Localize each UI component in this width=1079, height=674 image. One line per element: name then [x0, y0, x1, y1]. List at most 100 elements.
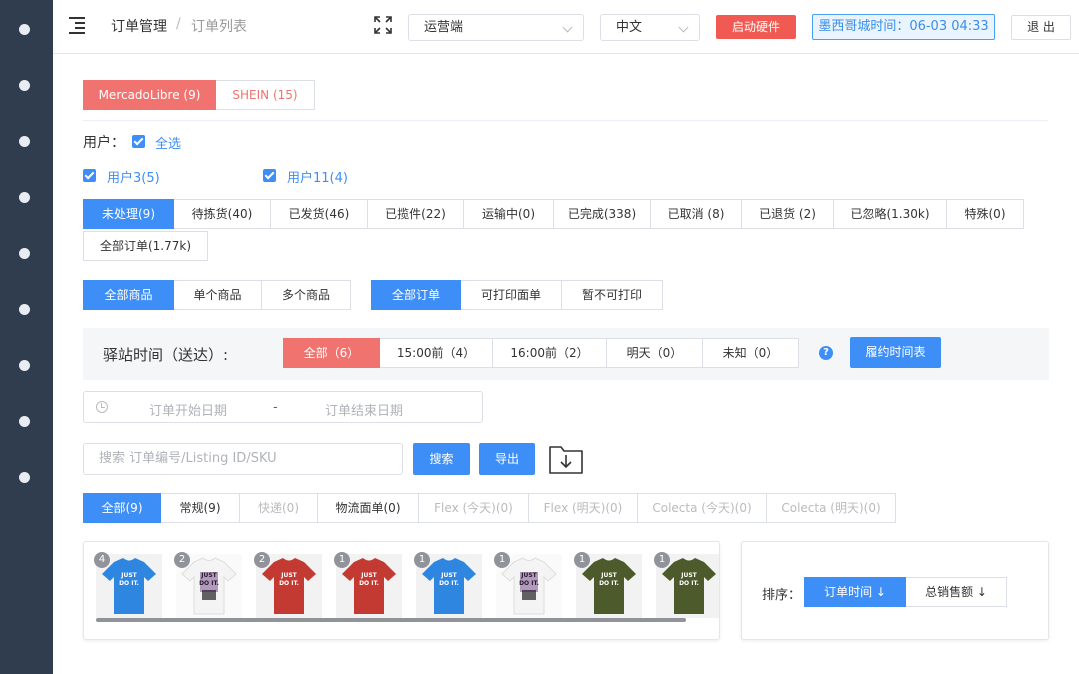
user11-label[interactable]: 用户11(4): [287, 167, 348, 186]
end-date-input[interactable]: 订单结束日期: [325, 400, 403, 419]
start-date-input[interactable]: 订单开始日期: [149, 400, 227, 419]
logout-button[interactable]: 退 出: [1011, 15, 1071, 40]
tshirt-print-text: JUST DO IT.: [599, 572, 619, 587]
product-thumbnail[interactable]: 1 JUST DO IT.: [574, 552, 642, 618]
tab-ignored[interactable]: 已忽略(1.30k): [834, 199, 947, 229]
fulfillment-schedule-button[interactable]: 履约时间表: [850, 337, 941, 368]
tab-ship-flex-today[interactable]: Flex (今天)(0): [419, 493, 529, 523]
tab-unprocessed[interactable]: 未处理(9): [83, 199, 174, 229]
select-all-label[interactable]: 全选: [155, 133, 181, 152]
tab-pickup-before-15[interactable]: 15:00前（4）: [380, 338, 493, 368]
mexico-city-time: 墨西哥城时间：06-03 04:33: [812, 14, 995, 40]
sidebar-item-8[interactable]: [19, 416, 30, 427]
status-tabs-row2: 全部订单(1.77k): [83, 231, 208, 261]
tab-cancelled[interactable]: 已取消 (8): [651, 199, 742, 229]
quantity-badge: 1: [494, 552, 510, 568]
tab-shein[interactable]: SHEIN (15): [216, 80, 315, 110]
clock-icon: [96, 401, 108, 413]
tab-returned[interactable]: 已退货 (2): [742, 199, 834, 229]
sort-by-total-sales[interactable]: 总销售额 ↓: [906, 577, 1007, 607]
store-tabs: MercadoLibre (9) SHEIN (15): [83, 80, 315, 110]
sidebar-item-5[interactable]: [19, 248, 30, 259]
tshirt-print-text: JUST DO IT.: [359, 572, 379, 587]
sidebar-item-2[interactable]: [19, 80, 30, 91]
product-tabs: 全部商品 单个商品 多个商品: [83, 280, 351, 310]
export-button[interactable]: 导出: [479, 443, 535, 475]
select-all-checkbox[interactable]: [132, 135, 145, 148]
platform-select[interactable]: 运营端: [408, 14, 584, 41]
sort-options: 订单时间 ↓ 总销售额 ↓: [804, 577, 1007, 607]
sort-by-order-time[interactable]: 订单时间 ↓: [804, 577, 906, 607]
language-select[interactable]: 中文: [600, 14, 700, 41]
download-folder-icon[interactable]: [548, 443, 584, 475]
tab-print-all[interactable]: 全部订单: [371, 280, 461, 310]
tab-ship-express[interactable]: 快递(0): [240, 493, 318, 523]
tab-special[interactable]: 特殊(0): [947, 199, 1024, 229]
tab-pickup-tomorrow[interactable]: 明天（0）: [607, 338, 703, 368]
tab-picked-up[interactable]: 已揽件(22): [368, 199, 464, 229]
tab-pickup-unknown[interactable]: 未知（0）: [703, 338, 799, 368]
tab-completed[interactable]: 已完成(338): [554, 199, 651, 229]
tab-pickup-before-16[interactable]: 16:00前（2）: [493, 338, 607, 368]
tab-ship-regular[interactable]: 常规(9): [161, 493, 240, 523]
print-tabs: 全部订单 可打印面单 暂不可打印: [371, 280, 663, 310]
product-thumbnail[interactable]: 1 JUST DO IT.: [654, 552, 719, 618]
product-thumbnail[interactable]: 4 JUST DO IT.: [94, 552, 162, 618]
quantity-badge: 1: [414, 552, 430, 568]
help-icon[interactable]: ?: [819, 346, 833, 360]
user11-checkbox[interactable]: [263, 169, 276, 182]
sidebar-item-9[interactable]: [19, 472, 30, 483]
date-separator: -: [273, 400, 278, 415]
product-thumbnail[interactable]: 2 JUST DO IT.: [254, 552, 322, 618]
sidebar-item-6[interactable]: [19, 304, 30, 315]
search-input[interactable]: 搜索 订单编号/Listing ID/SKU: [83, 443, 403, 475]
chevron-down-icon: [562, 22, 573, 33]
menu-toggle-icon[interactable]: [69, 17, 87, 34]
tab-all-products[interactable]: 全部商品: [83, 280, 174, 310]
tab-all-orders[interactable]: 全部订单(1.77k): [83, 231, 208, 261]
user3-checkbox[interactable]: [83, 169, 96, 182]
tab-ship-all[interactable]: 全部(9): [83, 493, 161, 523]
product-thumbnail[interactable]: 1 JUST DO IT.: [494, 552, 562, 618]
product-thumbnail[interactable]: 2 JUST DO IT.: [174, 552, 242, 618]
search-button[interactable]: 搜索: [413, 443, 470, 475]
tab-shipped[interactable]: 已发货(46): [271, 199, 368, 229]
tab-ship-colecta-tomorrow[interactable]: Colecta (明天)(0): [767, 493, 896, 523]
fullscreen-icon[interactable]: [374, 16, 392, 34]
tshirt-print-text: JUST DO IT.: [199, 572, 219, 587]
product-thumbnail[interactable]: 1 JUST DO IT.: [334, 552, 402, 618]
product-thumbnails-panel: 4 JUST DO IT. 2 JUST DO IT. 2 JUST DO IT. 1 JUS…: [83, 541, 720, 640]
sidebar-item-7[interactable]: [19, 360, 30, 371]
platform-select-value: 运营端: [424, 20, 464, 35]
sidebar-item-3[interactable]: [19, 136, 30, 147]
tshirt-print-text: JUST DO IT.: [439, 572, 459, 587]
shipping-tabs: 全部(9) 常规(9) 快递(0) 物流面单(0) Flex (今天)(0) F…: [83, 493, 896, 523]
start-hardware-button[interactable]: 启动硬件: [716, 15, 796, 39]
product-thumbnail[interactable]: 1 JUST DO IT.: [414, 552, 482, 618]
users-label: 用户：: [83, 135, 125, 151]
tab-mercadolibre[interactable]: MercadoLibre (9): [83, 80, 216, 110]
tab-to-pick[interactable]: 待拣货(40): [174, 199, 271, 229]
sidebar: [0, 0, 53, 674]
date-range-picker[interactable]: 订单开始日期 - 订单结束日期: [83, 391, 483, 423]
user3-label[interactable]: 用户3(5): [107, 167, 160, 186]
sidebar-item-1[interactable]: [19, 24, 30, 35]
sidebar-item-4[interactable]: [19, 192, 30, 203]
quantity-badge: 1: [654, 552, 670, 568]
breadcrumb-order-management[interactable]: 订单管理: [111, 16, 167, 36]
divider: [83, 120, 1048, 121]
tab-pickup-all[interactable]: 全部（6）: [283, 338, 380, 368]
tab-ship-logistics-label[interactable]: 物流面单(0): [318, 493, 419, 523]
tab-printable[interactable]: 可打印面单: [461, 280, 562, 310]
tab-not-printable[interactable]: 暂不可打印: [562, 280, 663, 310]
breadcrumb-order-list: 订单列表: [191, 19, 247, 35]
status-tabs: 未处理(9) 待拣货(40) 已发货(46) 已揽件(22) 运输中(0) 已完…: [83, 199, 1024, 229]
tab-multi-product[interactable]: 多个商品: [262, 280, 351, 310]
tab-single-product[interactable]: 单个商品: [174, 280, 262, 310]
tab-in-transit[interactable]: 运输中(0): [464, 199, 554, 229]
horizontal-scrollbar[interactable]: [96, 618, 686, 622]
quantity-badge: 2: [174, 552, 190, 568]
tshirt-print-text: JUST DO IT.: [119, 572, 139, 587]
tab-ship-flex-tomorrow[interactable]: Flex (明天)(0): [529, 493, 638, 523]
tab-ship-colecta-today[interactable]: Colecta (今天)(0): [638, 493, 767, 523]
